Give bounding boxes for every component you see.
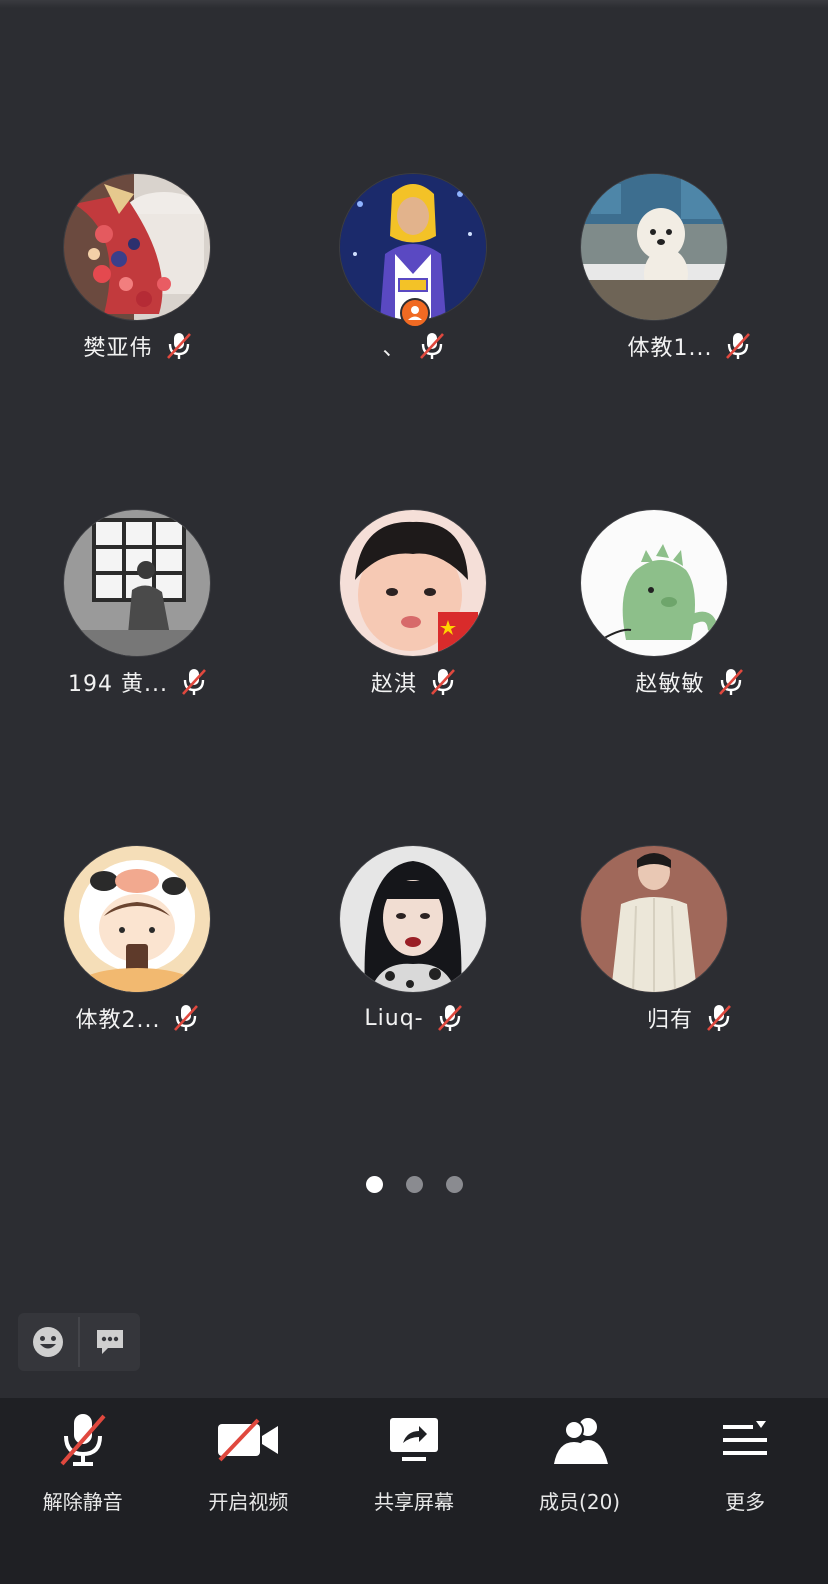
avatar[interactable] (340, 510, 486, 656)
chat-button[interactable] (80, 1313, 140, 1371)
participant-name: 体教2... (75, 1008, 161, 1033)
host-badge (400, 298, 430, 328)
quick-action-bar (18, 1313, 140, 1371)
mic-off-icon (60, 1414, 106, 1466)
avatar[interactable] (340, 846, 486, 992)
mic-muted-icon (707, 1005, 731, 1031)
mic-muted-icon (726, 333, 751, 359)
mic-muted-icon (419, 333, 444, 359)
avatar[interactable] (64, 846, 210, 992)
host-person-icon (408, 306, 422, 320)
participant-name: 、 (382, 336, 406, 361)
share-screen-label: 共享屏幕 (373, 1490, 454, 1514)
participant-name-row: 体教2... (0, 1000, 276, 1036)
participant-name-row: 体教1... (552, 328, 828, 364)
page-dot[interactable] (445, 1176, 463, 1193)
participant-name-row: 赵敏敏 (552, 664, 828, 700)
avatar[interactable] (581, 846, 727, 992)
participant-name: 赵淇 (370, 672, 417, 697)
more-menu-icon (723, 1421, 768, 1455)
mic-muted-icon (182, 669, 206, 695)
emoji-face-icon (33, 1327, 63, 1357)
mic-muted-icon (174, 1005, 199, 1031)
participant-tile[interactable]: 樊亚伟 (0, 174, 276, 404)
participant-tile[interactable]: 体教1... (552, 174, 828, 404)
participant-name-row: 归有 (552, 1000, 828, 1036)
page-indicator[interactable] (0, 1176, 828, 1193)
page-dot-active[interactable] (365, 1176, 383, 1193)
avatar[interactable] (581, 510, 727, 656)
mic-muted-icon (166, 333, 191, 359)
avatar[interactable] (64, 510, 210, 656)
participant-name-row: 樊亚伟 (0, 328, 276, 364)
participant-name: 体教1... (627, 336, 713, 361)
participant-tile[interactable]: 归有 (552, 846, 828, 1076)
emoji-button[interactable] (18, 1313, 78, 1371)
participant-tile[interactable]: 194 黄... (0, 510, 276, 740)
mic-muted-icon (437, 1005, 462, 1031)
participant-name: 樊亚伟 (83, 336, 153, 361)
mic-muted-icon (718, 669, 743, 695)
chat-bubble-icon (97, 1330, 123, 1354)
mic-muted-icon (431, 669, 455, 695)
participant-name-row: 赵淇 (276, 664, 552, 700)
avatar[interactable] (581, 174, 727, 320)
more-label: 更多 (725, 1490, 766, 1514)
unmute-label: 解除静音 (42, 1490, 123, 1514)
participant-tile[interactable]: 赵淇 (276, 510, 552, 740)
participant-name: 归有 (646, 1008, 693, 1033)
camera-off-icon (218, 1418, 279, 1462)
participant-tile[interactable]: 体教2... (0, 846, 276, 1076)
man-sweater-avatar-icon (581, 846, 727, 992)
share-screen-icon (389, 1418, 438, 1461)
avatar[interactable] (64, 174, 210, 320)
participant-name-row: 、 (276, 328, 552, 364)
participant-tile[interactable]: 赵敏敏 (552, 510, 828, 740)
share-screen-button[interactable]: 共享屏幕 (331, 1398, 497, 1584)
participant-tile[interactable]: Liuq- (276, 846, 552, 1076)
unmute-button[interactable]: 解除静音 (0, 1398, 166, 1584)
green-dinosaur-avatar-icon (581, 510, 727, 656)
participant-grid: 樊亚伟 、 体教1... 194 黄... 赵淇 赵敏敏 体教2... Liuq… (0, 0, 828, 1100)
child-face-avatar-icon (340, 510, 486, 656)
start-video-label: 开启视频 (208, 1490, 289, 1514)
more-button[interactable]: 更多 (662, 1398, 828, 1584)
white-dog-avatar-icon (581, 174, 727, 320)
cake-avatar-icon (64, 174, 210, 320)
meeting-toolbar: 解除静音 开启视频 共享屏幕 成员(20) 更多 (0, 1398, 828, 1584)
participant-tile[interactable]: 、 (276, 174, 552, 404)
participant-name-row: Liuq- (276, 1000, 552, 1036)
participant-name: 194 黄... (68, 672, 168, 697)
girl-portrait-avatar-icon (340, 846, 486, 992)
participant-name: 赵敏敏 (635, 672, 705, 697)
members-icon (553, 1418, 608, 1464)
start-video-button[interactable]: 开启视频 (166, 1398, 332, 1584)
participant-name-row: 194 黄... (0, 664, 276, 700)
members-label: 成员(20) (539, 1490, 621, 1514)
window-silhouette-avatar-icon (64, 510, 210, 656)
cow-costume-cartoon-avatar-icon (64, 846, 210, 992)
page-dot[interactable] (405, 1176, 423, 1193)
participant-name: Liuq- (364, 1005, 424, 1031)
members-button[interactable]: 成员(20) (497, 1398, 663, 1584)
